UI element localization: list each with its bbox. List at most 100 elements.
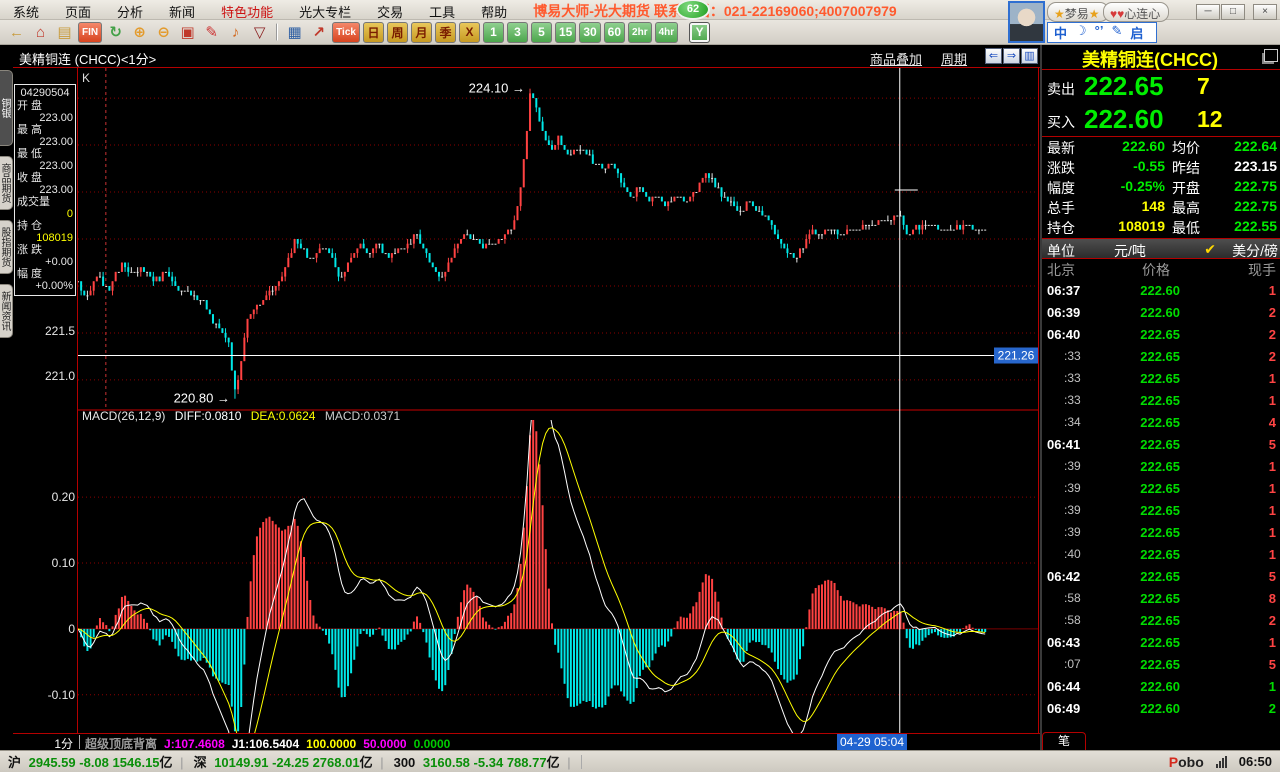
period-quarter-button[interactable]: 季 — [435, 22, 456, 43]
ime-lang-icon[interactable]: 中 — [1054, 23, 1067, 42]
period-week-button[interactable]: 周 — [387, 22, 408, 43]
quote-stats: 最新 222.60 均价 222.64 涨跌 -0.55 昨结 223.15 幅… — [1042, 138, 1280, 238]
layers-icon[interactable]: ▣ — [177, 22, 198, 43]
quote-table-icon[interactable]: ▦ — [284, 22, 305, 43]
tick-price: 222.65 — [1120, 327, 1180, 342]
footer-period-label[interactable]: 1分 — [13, 735, 73, 752]
ime-halfmoon-icon[interactable]: ☽ — [1075, 23, 1087, 42]
tick-row: :39 222.65 1 — [1042, 479, 1280, 501]
check-icon: ✔ — [1204, 241, 1216, 258]
menu-item[interactable]: 系统 — [0, 0, 52, 20]
next-contract-icon[interactable]: ⇒ — [1003, 48, 1020, 64]
period-year-button[interactable]: Y — [689, 22, 710, 43]
period-day-button[interactable]: 日 — [363, 22, 384, 43]
sidebar-tab[interactable]: 商品期货 — [0, 156, 13, 210]
period-4hr-button[interactable]: 4hr — [655, 22, 679, 43]
tick-time: :39 — [1064, 459, 1081, 473]
draw-icon[interactable]: ✎ — [201, 22, 222, 43]
沪: 沪 2945.59 -8.08 1546.15亿 | — [8, 752, 188, 771]
info-field: 最 低223.00 — [17, 148, 73, 172]
fin-info-button[interactable]: FIN — [78, 22, 102, 43]
overlay-link[interactable]: 商品叠加 — [870, 49, 922, 68]
tick-volume: 5 — [1269, 569, 1276, 584]
period-60min-button[interactable]: 60 — [604, 22, 625, 43]
minimize-button[interactable]: ─ — [1196, 4, 1220, 20]
alert-icon[interactable]: ♪ — [225, 22, 246, 43]
xinlianxin-button[interactable]: ♥♥心连心 — [1103, 2, 1169, 22]
ime-tools-icon[interactable]: ✎ — [1111, 23, 1122, 42]
filter-icon[interactable]: ▽ — [249, 22, 270, 43]
period-month-button[interactable]: 月 — [411, 22, 432, 43]
indicator-value: J:107.4608 — [164, 737, 225, 751]
period-link[interactable]: 周期 — [941, 49, 967, 68]
chart-tab-title[interactable]: 美精铜连 (CHCC)<1分> — [19, 49, 156, 68]
stat-value: 148 — [1097, 198, 1165, 214]
info-label: 幅 度 — [17, 268, 73, 280]
home-icon[interactable]: ⌂ — [30, 22, 51, 43]
stat-value: 222.55 — [1207, 218, 1277, 234]
tick-row: 06:49 222.60 2 — [1042, 699, 1280, 721]
tick-price: 222.65 — [1120, 371, 1180, 386]
menu-item[interactable]: 新闻 — [156, 0, 208, 20]
ask-row[interactable]: 卖出 222.65 7 — [1042, 71, 1280, 104]
svg-text:220.80 →: 220.80 → — [174, 391, 230, 406]
sidebar-tab[interactable]: 新闻资讯 — [0, 284, 13, 338]
zoom-in-icon[interactable]: ⊕ — [129, 22, 150, 43]
notes-icon[interactable]: ▤ — [54, 22, 75, 43]
menu-item[interactable]: 工具 — [416, 0, 468, 20]
split-view-icon[interactable]: ▥ — [1021, 48, 1038, 64]
refresh-icon[interactable]: ↻ — [105, 22, 126, 43]
period-3min-button[interactable]: 3 — [507, 22, 528, 43]
ime-toolbar[interactable]: 中 ☽ °’ ✎ 启 — [1047, 22, 1157, 43]
restore-button[interactable]: □ — [1221, 4, 1245, 20]
menu-item[interactable]: 页面 — [52, 0, 104, 20]
period-15min-button[interactable]: 15 — [555, 22, 576, 43]
tick-row: :39 222.65 1 — [1042, 457, 1280, 479]
ohlc-info-box[interactable]: 04290504 开 盘223.00最 高223.00最 低223.00收 盘2… — [14, 84, 76, 296]
period-custom-button[interactable]: X — [459, 22, 480, 43]
bid-price: 222.60 — [1084, 104, 1164, 135]
period-tick-button[interactable]: Tick — [332, 22, 360, 43]
menu-item[interactable]: 光大专栏 — [286, 0, 364, 20]
notification-badge[interactable]: 62 — [676, 0, 710, 20]
user-avatar[interactable] — [1008, 1, 1045, 43]
tick-table[interactable]: 06:37 222.60 1 06:39 222.60 2 06:40 222.… — [1042, 281, 1280, 721]
bid-row[interactable]: 买入 222.60 12 — [1042, 104, 1280, 137]
back-icon[interactable]: ← — [6, 22, 27, 43]
indicator-value: 超级顶底背离 — [85, 737, 157, 751]
toolbar-divider[interactable] — [276, 23, 278, 41]
close-button[interactable]: × — [1253, 4, 1277, 20]
panel-restore-icon[interactable] — [1264, 49, 1278, 62]
period-30min-button[interactable]: 30 — [579, 22, 600, 43]
stat-label: 最新 — [1047, 138, 1075, 158]
ime-board-icon[interactable]: 启 — [1130, 23, 1143, 42]
indicator-value: 100.0000 — [306, 737, 356, 751]
period-2hr-button[interactable]: 2hr — [628, 22, 652, 43]
tick-price: 222.65 — [1120, 437, 1180, 452]
index-value: 10149.91 — [214, 755, 268, 770]
zoom-out-icon[interactable]: ⊖ — [153, 22, 174, 43]
macd-axis-label: 0 — [25, 622, 75, 636]
tick-time: :33 — [1064, 349, 1081, 363]
tick-volume: 1 — [1269, 547, 1276, 562]
menu-item[interactable]: 交易 — [364, 0, 416, 20]
menu-item[interactable]: 分析 — [104, 0, 156, 20]
ime-punct-icon[interactable]: °’ — [1095, 23, 1104, 42]
trend-chart-icon[interactable]: ↗ — [308, 22, 329, 43]
sidebar-tab[interactable]: 股指期货 — [0, 220, 13, 274]
period-5min-button[interactable]: 5 — [531, 22, 552, 43]
sidebar-tab[interactable]: 铜银 — [0, 70, 13, 146]
tick-time: 06:43 — [1047, 635, 1080, 650]
stat-label: 均价 — [1172, 138, 1200, 158]
mengyi-button[interactable]: ★梦易★ — [1047, 2, 1109, 22]
period-1min-button[interactable]: 1 — [483, 22, 504, 43]
prev-contract-icon[interactable]: ⇐ — [985, 48, 1002, 64]
unit-alt-value[interactable]: 美分/磅 — [1232, 241, 1278, 261]
info-label: 开 盘 — [17, 100, 73, 112]
sidebar-tab-strip: 铜银商品期货股指期货新闻资讯 — [0, 45, 13, 750]
menu-item[interactable]: 特色功能 — [208, 0, 286, 20]
macd-axis-label: 0.20 — [25, 490, 75, 504]
unit-bar[interactable]: 单位 元/吨 ✔ 美分/磅 — [1042, 238, 1280, 259]
macd-title: MACD(26,12,9) — [82, 409, 165, 423]
tick-tab[interactable]: 笔 — [1042, 732, 1086, 750]
